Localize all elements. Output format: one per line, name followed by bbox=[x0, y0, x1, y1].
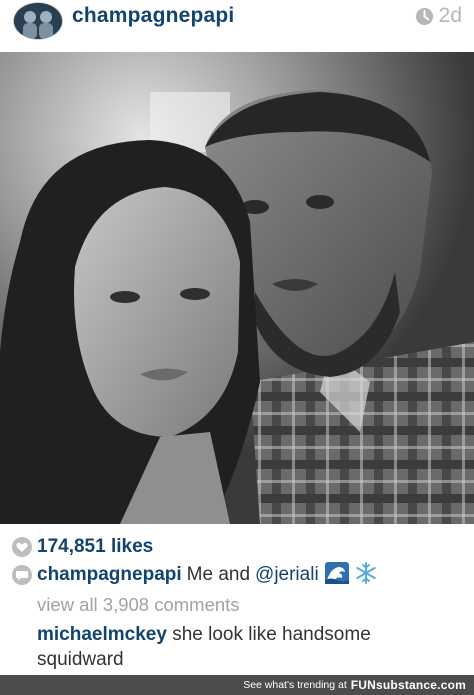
heart-icon[interactable] bbox=[12, 537, 32, 557]
comment-item: michaelmckey she look like handsome squi… bbox=[37, 622, 457, 672]
caption-username[interactable]: champagnepapi bbox=[37, 564, 182, 586]
likes-row: 174,851 likes bbox=[12, 535, 153, 559]
caption-mention[interactable]: @jeriali bbox=[255, 564, 319, 586]
footer-text: See what's trending at bbox=[243, 679, 347, 691]
post-timestamp: 2d bbox=[415, 4, 462, 28]
view-all-comments-link[interactable]: view all 3,908 comments bbox=[37, 594, 240, 616]
snowflake-emoji-icon bbox=[355, 561, 377, 589]
footer-brand: FUNsubstance.com bbox=[350, 678, 466, 692]
comment-username[interactable]: michaelmckey bbox=[37, 624, 167, 645]
clock-icon bbox=[415, 7, 433, 25]
post-username[interactable]: champagnepapi bbox=[72, 4, 234, 28]
likes-count[interactable]: 174,851 likes bbox=[37, 536, 153, 558]
caption-row: champagnepapi Me and @jeriali bbox=[12, 561, 377, 589]
post-photo[interactable] bbox=[0, 52, 474, 524]
avatar[interactable] bbox=[13, 2, 63, 40]
comment-icon bbox=[12, 565, 32, 585]
watermark-footer: See what's trending at FUNsubstance.com bbox=[0, 675, 474, 695]
timestamp-label: 2d bbox=[438, 4, 462, 27]
caption-text: Me and bbox=[186, 564, 251, 585]
wave-emoji-icon bbox=[324, 561, 349, 589]
post-header: champagnepapi 2d bbox=[0, 0, 474, 52]
